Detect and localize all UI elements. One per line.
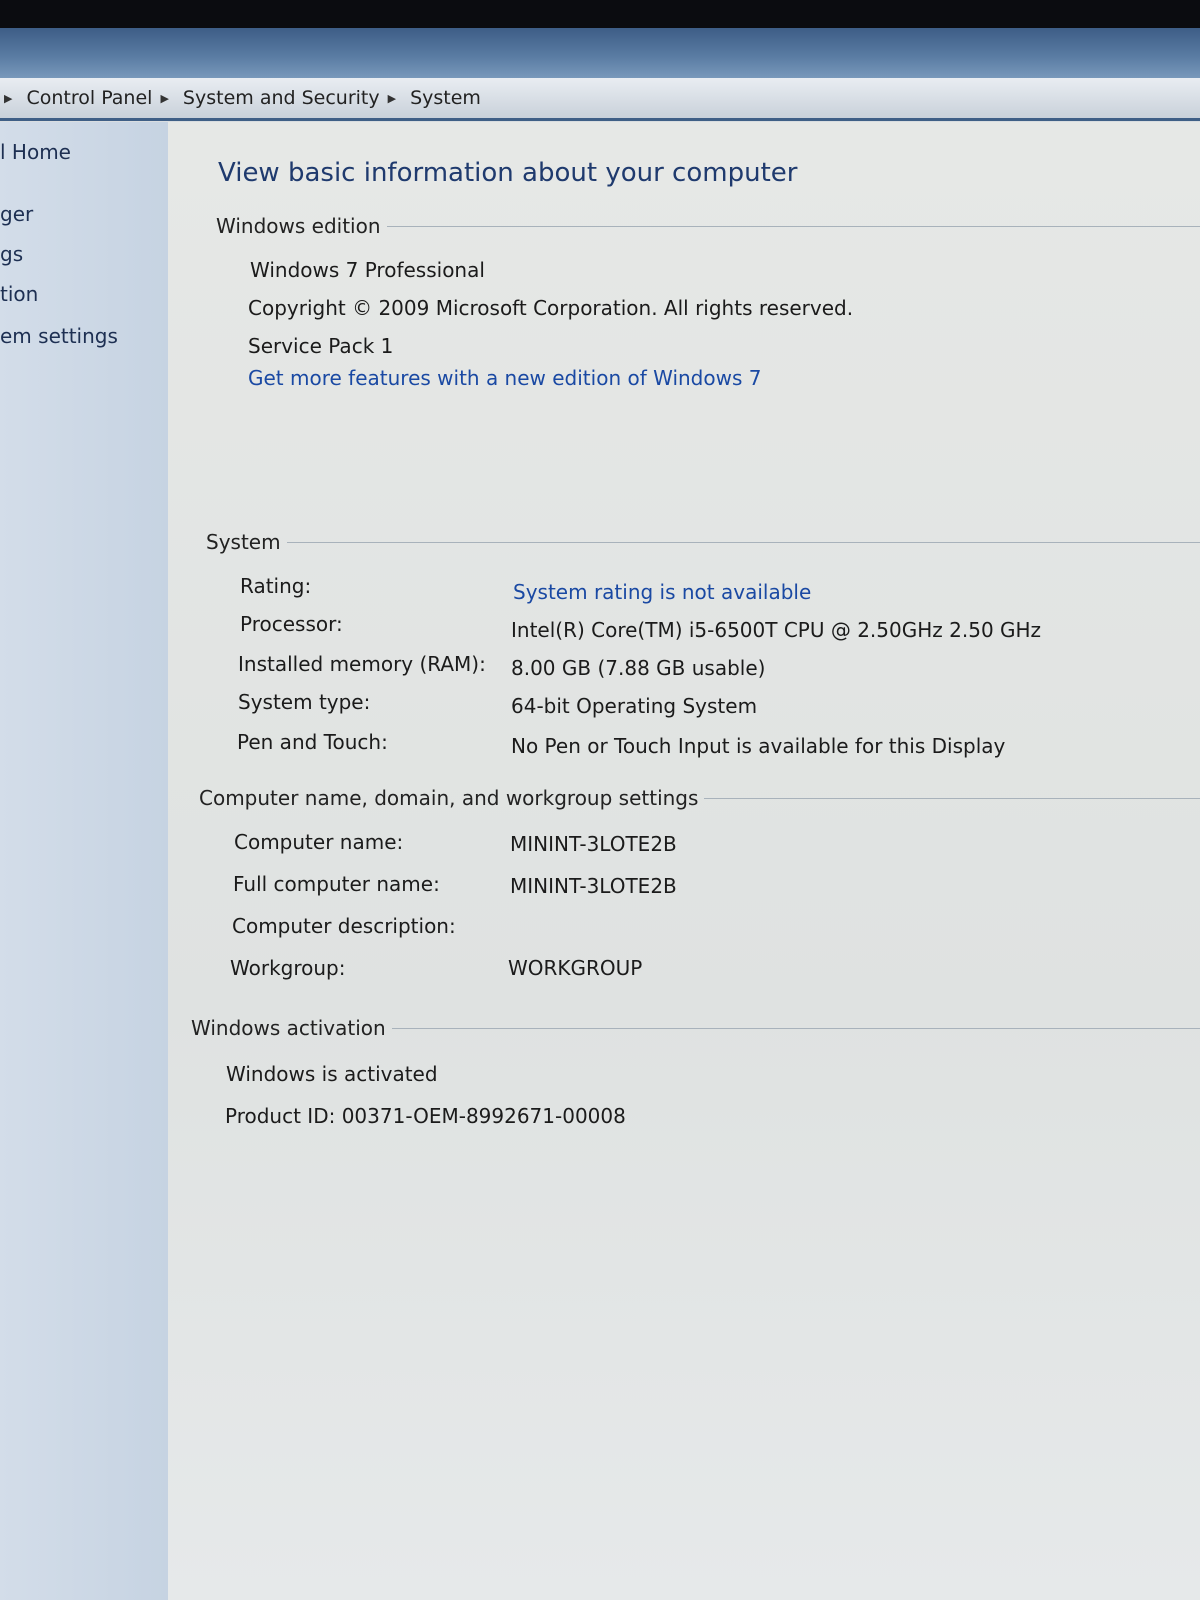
system-type-label: System type: [238, 690, 371, 714]
processor-value: Intel(R) Core(TM) i5-6500T CPU @ 2.50GHz… [511, 618, 1042, 642]
breadcrumb-arrow-icon[interactable]: ▶ [388, 92, 396, 105]
address-bar[interactable]: ▶ Control Panel ▶ System and Security ▶ … [0, 78, 1200, 121]
computer-name-value: MININT-3LOTE2B [510, 832, 677, 856]
memory-value: 8.00 GB (7.88 GB usable) [511, 656, 766, 680]
section-computer-name: Computer name, domain, and workgroup set… [199, 786, 1200, 810]
workgroup-value: WORKGROUP [508, 956, 643, 980]
section-windows-edition: Windows edition [216, 214, 1200, 238]
sidebar-item-home[interactable]: l Home [0, 140, 71, 164]
full-computer-name-label: Full computer name: [233, 872, 440, 896]
service-pack: Service Pack 1 [248, 334, 394, 358]
processor-label: Processor: [240, 612, 343, 636]
memory-label: Installed memory (RAM): [238, 652, 486, 676]
activation-status: Windows is activated [226, 1062, 438, 1086]
breadcrumb-system-and-security[interactable]: System and Security [183, 87, 380, 109]
section-heading: Computer name, domain, and workgroup set… [199, 786, 699, 810]
full-computer-name-value: MININT-3LOTE2B [510, 874, 677, 898]
section-heading: System [206, 530, 281, 554]
windows-edition-name: Windows 7 Professional [250, 258, 485, 282]
system-type-value: 64-bit Operating System [511, 694, 758, 718]
copyright-text: Copyright © 2009 Microsoft Corporation. … [248, 296, 854, 320]
computer-name-label: Computer name: [234, 830, 404, 854]
page-title: View basic information about your comput… [218, 158, 798, 188]
rating-link[interactable]: System rating is not available [513, 580, 811, 604]
breadcrumb-arrow-icon[interactable]: ▶ [4, 92, 12, 105]
section-divider [704, 797, 1200, 799]
product-id: Product ID: 00371-OEM-8992671-00008 [225, 1104, 626, 1128]
section-divider [386, 225, 1200, 227]
pen-touch-label: Pen and Touch: [237, 730, 388, 754]
workgroup-label: Workgroup: [230, 956, 346, 980]
upgrade-link[interactable]: Get more features with a new edition of … [248, 366, 761, 390]
section-windows-activation: Windows activation [191, 1016, 1200, 1040]
sidebar-item-advanced-system-settings[interactable]: em settings [0, 324, 118, 348]
section-heading: Windows edition [216, 214, 381, 238]
section-heading: Windows activation [191, 1016, 386, 1040]
breadcrumb-system[interactable]: System [410, 87, 481, 109]
main-content: View basic information about your comput… [168, 122, 1200, 1600]
rating-label: Rating: [240, 574, 312, 598]
section-divider [391, 1027, 1200, 1029]
sidebar-item-remote-settings[interactable]: gs [0, 242, 23, 266]
breadcrumb-control-panel[interactable]: Control Panel [26, 87, 152, 109]
section-divider [286, 541, 1200, 543]
sidebar-item-system-protection[interactable]: tion [0, 282, 38, 306]
section-system: System [206, 530, 1200, 554]
computer-description-label: Computer description: [232, 914, 456, 938]
sidebar-item-device-manager[interactable]: ger [0, 202, 33, 226]
pen-touch-value: No Pen or Touch Input is available for t… [511, 734, 1006, 758]
breadcrumb-arrow-icon[interactable]: ▶ [160, 92, 168, 105]
sidebar: l Home ger gs tion em settings [0, 122, 168, 1600]
window-titlebar [0, 28, 1200, 80]
